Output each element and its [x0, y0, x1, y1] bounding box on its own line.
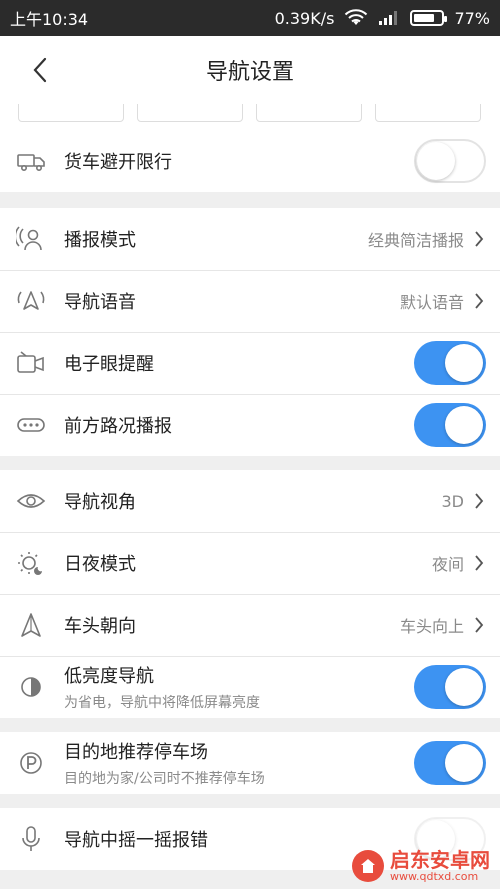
- low-brightness-subtitle: 为省电，导航中将降低屏幕亮度: [64, 695, 260, 711]
- parking-icon: [20, 752, 42, 774]
- route-tile[interactable]: [18, 104, 124, 122]
- display-group: 导航视角 3D 日夜模式 夜间 车头朝向 车头向上 低亮度导航 为省电，导航中将…: [0, 470, 500, 718]
- view-angle-value: 3D: [441, 491, 465, 511]
- watermark: 启东安卓网 www.qdtxd.com: [352, 849, 490, 883]
- network-speed: 0.39K/s: [274, 8, 335, 28]
- nav-voice-row[interactable]: 导航语音 默认语音: [0, 270, 500, 332]
- view-angle-row[interactable]: 导航视角 3D: [0, 470, 500, 532]
- sun-moon-icon: [18, 552, 42, 575]
- chevron-right-icon: [475, 493, 484, 509]
- microphone-icon: [22, 826, 40, 851]
- status-bar: 上午10:34 0.39K/s 77%: [0, 0, 500, 36]
- low-brightness-toggle[interactable]: [414, 665, 486, 709]
- broadcast-mode-value: 经典简洁播报: [367, 231, 464, 250]
- watermark-url: www.qdtxd.com: [390, 870, 479, 883]
- parking-subtitle: 目的地为家/公司时不推荐停车场: [64, 771, 265, 787]
- broadcast-person-icon: [16, 226, 42, 251]
- traffic-ahead-toggle[interactable]: [414, 403, 486, 447]
- voice-arrow-icon: [17, 291, 45, 310]
- truck-avoid-label: 货车避开限行: [64, 152, 172, 173]
- broadcast-mode-label: 播报模式: [64, 230, 136, 251]
- truck-avoid-toggle[interactable]: [414, 139, 486, 183]
- page-title: 导航设置: [205, 60, 294, 85]
- nav-voice-label: 导航语音: [64, 292, 136, 313]
- wifi-icon: [345, 9, 368, 25]
- battery-icon: [410, 10, 448, 26]
- broadcast-mode-row[interactable]: 播报模式 经典简洁播报: [0, 208, 500, 270]
- traffic-dots-icon: [17, 418, 45, 432]
- voice-group: 播报模式 经典简洁播报 导航语音 默认语音 电子眼提醒 前方路况播报: [0, 208, 500, 456]
- chevron-right-icon: [475, 617, 484, 633]
- heading-row[interactable]: 车头朝向 车头向上: [0, 594, 500, 656]
- nav-voice-value: 默认语音: [399, 293, 464, 312]
- view-angle-label: 导航视角: [64, 492, 136, 513]
- chevron-right-icon: [475, 555, 484, 571]
- back-button[interactable]: [22, 52, 58, 88]
- parking-label: 目的地推荐停车场: [64, 742, 208, 763]
- chevron-right-icon: [475, 293, 484, 309]
- chevron-left-icon: [33, 57, 47, 83]
- status-time: 上午10:34: [10, 10, 89, 29]
- day-night-row[interactable]: 日夜模式 夜间: [0, 532, 500, 594]
- camera-alert-toggle[interactable]: [414, 341, 486, 385]
- day-night-value: 夜间: [431, 555, 464, 574]
- eye-icon: [16, 494, 46, 508]
- traffic-ahead-row: 前方路况播报: [0, 394, 500, 456]
- truck-avoid-row[interactable]: 货车避开限行: [0, 130, 500, 192]
- battery-percent: 77%: [454, 8, 490, 28]
- top-nav-bar: 导航设置: [0, 36, 500, 104]
- parking-group: 目的地推荐停车场 目的地为家/公司时不推荐停车场: [0, 732, 500, 794]
- camera-alert-label: 电子眼提醒: [64, 354, 154, 375]
- parking-toggle[interactable]: [414, 741, 486, 785]
- route-tile[interactable]: [256, 104, 362, 122]
- low-brightness-label: 低亮度导航: [64, 666, 154, 687]
- traffic-ahead-label: 前方路况播报: [64, 416, 172, 437]
- watermark-logo-icon: [352, 850, 384, 882]
- truck-icon: [17, 154, 45, 171]
- truck-group: 货车避开限行: [0, 130, 500, 192]
- heading-value: 车头向上: [399, 617, 464, 636]
- camera-icon: [17, 351, 44, 373]
- half-circle-icon: [21, 677, 41, 697]
- camera-alert-row: 电子眼提醒: [0, 332, 500, 394]
- low-brightness-row: 低亮度导航 为省电，导航中将降低屏幕亮度: [0, 656, 500, 718]
- route-tile[interactable]: [375, 104, 481, 122]
- chevron-right-icon: [475, 231, 484, 247]
- heading-label: 车头朝向: [64, 616, 136, 637]
- parking-row: 目的地推荐停车场 目的地为家/公司时不推荐停车场: [0, 732, 500, 794]
- watermark-text: 启东安卓网: [390, 848, 490, 872]
- signal-icon: [379, 11, 398, 25]
- route-preference-tiles: [0, 104, 500, 130]
- navigation-arrow-icon: [21, 613, 41, 637]
- day-night-label: 日夜模式: [64, 554, 136, 575]
- settings-list[interactable]: 货车避开限行 播报模式 经典简洁播报 导航语音 默认语音 电子眼提醒 前方路况播…: [0, 104, 500, 889]
- route-tile[interactable]: [137, 104, 243, 122]
